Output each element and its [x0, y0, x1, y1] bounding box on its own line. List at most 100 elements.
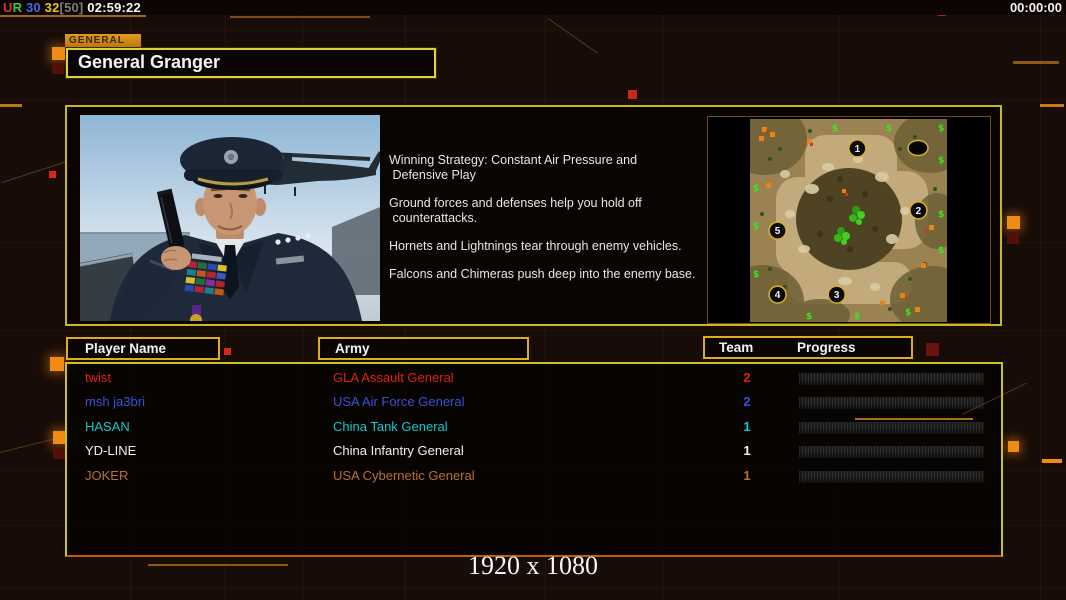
player-name: msh ja3bri [85, 394, 145, 410]
session-info-part: U [3, 0, 13, 15]
start-position-marker: 2 [909, 201, 928, 220]
player-team: 2 [743, 394, 751, 410]
briefing-paragraph: Hornets and Lightnings tear through enem… [389, 239, 682, 253]
svg-text:$: $ [905, 308, 911, 318]
svg-text:$: $ [753, 184, 759, 194]
circuit-node [52, 63, 64, 74]
player-team: 1 [743, 467, 751, 483]
session-info-part: [50] [59, 0, 88, 15]
player-name: YD-LINE [85, 443, 137, 459]
circuit-node [1007, 216, 1020, 229]
column-header-player-name: Player Name [66, 337, 220, 360]
svg-text:$: $ [806, 312, 812, 322]
circuit-node [1008, 441, 1019, 452]
circuit-trace [1013, 61, 1059, 64]
player-row: twist GLA Assault General 2 [67, 366, 1001, 390]
svg-text:$: $ [938, 210, 944, 220]
player-progress-bar [798, 372, 985, 386]
general-portrait [80, 115, 380, 321]
top-bar: UR 30 32[50] 02:59:22 00:00:00 [0, 0, 1066, 15]
player-army: USA Air Force General [333, 394, 465, 410]
general-name: General Granger [78, 52, 221, 72]
grid-line [0, 330, 1066, 331]
svg-text:$: $ [832, 124, 838, 134]
circuit-node [49, 171, 56, 178]
team-column-label: Team [719, 340, 754, 355]
start-position-marker: 5 [768, 221, 787, 240]
column-header-team-progress: Team Progress [703, 336, 913, 359]
player-progress-bar [798, 396, 985, 411]
player-army: China Infantry General [333, 443, 464, 459]
svg-text:$: $ [938, 124, 944, 134]
circuit-trace [1, 160, 69, 183]
svg-text:$: $ [938, 156, 944, 166]
player-team: 1 [743, 443, 751, 459]
grid-line [0, 100, 1066, 101]
player-name: JOKER [85, 467, 129, 483]
briefing-paragraph: Falcons and Chimeras push deep into the … [389, 267, 696, 281]
session-info-part: 30 [26, 0, 45, 15]
match-timer: 00:00:00 [1009, 0, 1062, 15]
grid-line [1040, 0, 1041, 600]
general-tab-label: GENERAL [65, 34, 141, 48]
circuit-node [1007, 232, 1019, 244]
circuit-trace [1040, 104, 1064, 107]
session-info: UR 30 32[50] 02:59:22 [3, 0, 141, 15]
player-progress-bar [798, 469, 985, 484]
player-row: YD-LINE China Infantry General 1 [67, 439, 1001, 463]
briefing-paragraph: Winning Strategy: Constant Air Pressure … [389, 153, 638, 182]
svg-text:$: $ [753, 270, 759, 280]
session-info-part: 32 [44, 0, 60, 15]
start-position-marker: 1 [848, 139, 867, 158]
player-team: 2 [743, 370, 751, 385]
start-position-marker: 4 [768, 285, 787, 304]
briefing-text: Winning Strategy: Constant Air Pressure … [389, 153, 707, 295]
svg-text:$: $ [938, 246, 944, 256]
player-name: HASAN [85, 418, 130, 434]
circuit-trace [0, 104, 22, 107]
player-progress-bar [798, 445, 985, 460]
empty-start-marker [907, 139, 929, 157]
svg-text:5: 5 [775, 226, 781, 237]
svg-text:$: $ [753, 222, 759, 232]
svg-text:4: 4 [775, 290, 781, 301]
player-list-panel: twist GLA Assault General 2 msh ja3bri USA A… [65, 362, 1003, 557]
player-army: GLA Assault General [333, 370, 454, 385]
circuit-trace [230, 16, 370, 18]
circuit-node [50, 357, 64, 371]
minimap: $ $ $ $ $ $ $ $ $ $ $ $ 1 2 3 4 5 [750, 119, 947, 322]
progress-column-label: Progress [797, 340, 856, 355]
general-name-box: General Granger [66, 48, 436, 78]
briefing-paragraph: Ground forces and defenses help you hold… [389, 196, 642, 225]
circuit-trace [1042, 459, 1062, 463]
grid-line [0, 30, 1066, 31]
player-army: China Tank General [333, 418, 448, 434]
player-progress-bar [798, 420, 985, 435]
svg-text:2: 2 [916, 206, 922, 217]
svg-text:1: 1 [855, 144, 861, 155]
circuit-node [628, 90, 637, 99]
circuit-trace [0, 15, 146, 17]
circuit-trace [547, 18, 598, 54]
circuit-node [53, 448, 65, 459]
player-team: 1 [743, 418, 751, 434]
svg-text:$: $ [854, 312, 860, 322]
main-info-panel: Winning Strategy: Constant Air Pressure … [65, 105, 1002, 326]
session-info-part: R [12, 0, 26, 15]
svg-text:$: $ [886, 124, 892, 134]
column-header-army: Army [318, 337, 529, 360]
svg-text:3: 3 [834, 290, 840, 301]
player-army: USA Cybernetic General [333, 467, 475, 483]
resolution-label: 1920 x 1080 [468, 551, 598, 580]
circuit-node [224, 348, 231, 355]
grid-line [0, 588, 1066, 589]
circuit-node [926, 343, 939, 356]
player-name: twist [85, 370, 111, 385]
session-info-part: 02:59:22 [87, 0, 141, 15]
circuit-node [52, 47, 65, 60]
circuit-trace [855, 418, 973, 420]
player-row: msh ja3bri USA Air Force General 2 [67, 390, 1001, 414]
minimap-panel: $ $ $ $ $ $ $ $ $ $ $ $ 1 2 3 4 5 [707, 116, 991, 324]
start-position-marker: 3 [827, 285, 846, 304]
player-row: JOKER USA Cybernetic General 1 [67, 464, 1001, 488]
